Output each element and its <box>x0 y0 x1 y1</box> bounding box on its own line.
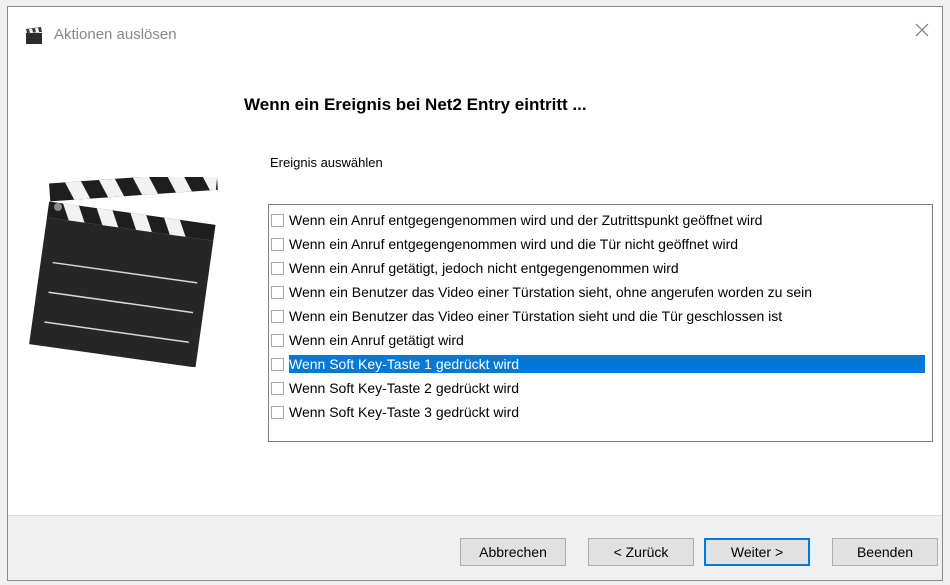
event-label: Wenn ein Benutzer das Video einer Türsta… <box>289 284 813 300</box>
event-label: Wenn ein Anruf getätigt wird <box>289 332 464 348</box>
event-list-item[interactable]: Wenn ein Anruf getätigt, jedoch nicht en… <box>269 256 932 280</box>
event-checkbox[interactable] <box>271 285 284 299</box>
event-checkbox[interactable] <box>271 213 284 227</box>
event-label: Wenn ein Benutzer das Video einer Türsta… <box>289 308 783 324</box>
clapperboard-illustration <box>26 171 226 368</box>
section-label: Ereignis auswählen <box>270 155 383 170</box>
event-list-item[interactable]: Wenn ein Benutzer das Video einer Türsta… <box>269 280 932 304</box>
event-checklist[interactable]: Wenn ein Anruf entgegengenommen wird und… <box>268 204 933 442</box>
event-checkbox[interactable] <box>271 357 284 371</box>
event-list-item[interactable]: Wenn Soft Key-Taste 3 gedrückt wird <box>269 400 932 424</box>
title-bar: Aktionen auslösen <box>8 7 942 59</box>
event-list-item[interactable]: Wenn ein Anruf getätigt wird <box>269 328 932 352</box>
next-button[interactable]: Weiter > <box>704 538 810 566</box>
event-checkbox[interactable] <box>271 261 284 275</box>
event-label: Wenn Soft Key-Taste 2 gedrückt wird <box>289 380 520 396</box>
event-checkbox[interactable] <box>271 381 284 395</box>
event-list-item[interactable]: Wenn ein Anruf entgegengenommen wird und… <box>269 232 932 256</box>
event-list-item[interactable]: Wenn ein Anruf entgegengenommen wird und… <box>269 208 932 232</box>
dialog-window: Aktionen auslösen Wenn ein Ereignis bei … <box>7 6 943 581</box>
window-title: Aktionen auslösen <box>54 26 177 43</box>
finish-button[interactable]: Beenden <box>832 538 938 566</box>
event-label: Wenn ein Anruf entgegengenommen wird und… <box>289 236 739 252</box>
cancel-button[interactable]: Abbrechen <box>460 538 566 566</box>
button-bar: Abbrechen < Zurück Weiter > Beenden <box>8 515 942 580</box>
back-button[interactable]: < Zurück <box>588 538 694 566</box>
event-label: Wenn Soft Key-Taste 3 gedrückt wird <box>289 404 520 420</box>
event-checkbox[interactable] <box>271 405 284 419</box>
close-button[interactable] <box>902 17 942 47</box>
event-checkbox[interactable] <box>271 309 284 323</box>
close-icon <box>915 23 929 42</box>
event-checkbox[interactable] <box>271 237 284 251</box>
event-checkbox[interactable] <box>271 333 284 347</box>
event-list-item[interactable]: Wenn Soft Key-Taste 1 gedrückt wird <box>269 352 932 376</box>
event-list-item[interactable]: Wenn ein Benutzer das Video einer Türsta… <box>269 304 932 328</box>
page-heading: Wenn ein Ereignis bei Net2 Entry eintrit… <box>244 95 587 114</box>
clapperboard-icon <box>25 27 43 45</box>
event-list-item[interactable]: Wenn Soft Key-Taste 2 gedrückt wird <box>269 376 932 400</box>
event-label: Wenn Soft Key-Taste 1 gedrückt wird <box>289 355 925 373</box>
event-label: Wenn ein Anruf entgegengenommen wird und… <box>289 212 763 228</box>
event-label: Wenn ein Anruf getätigt, jedoch nicht en… <box>289 260 679 276</box>
